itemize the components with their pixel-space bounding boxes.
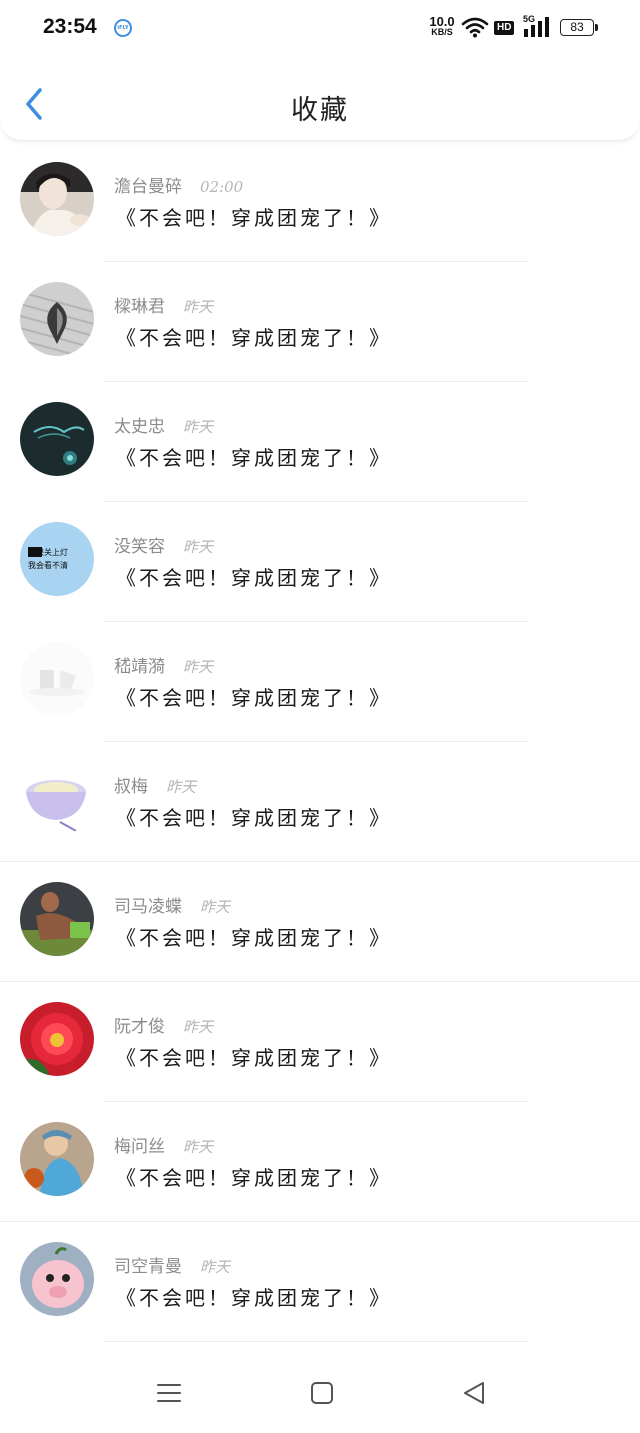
avatar-image: [20, 282, 94, 356]
iflytek-input-icon: iFLY: [114, 19, 132, 37]
item-time: 02:00: [200, 178, 244, 196]
battery-indicator: 83: [560, 19, 598, 36]
item-meta: 没笑容 昨天: [114, 532, 213, 557]
avatar: 如果关上灯 我会看不清: [20, 522, 94, 596]
item-name: 澹台曼碎: [114, 177, 182, 197]
list-item[interactable]: 司马凌蝶 昨天 《不会吧！穿成团宠了！》: [0, 862, 640, 982]
home-square-icon: [311, 1382, 333, 1404]
item-name: 太史忠: [114, 417, 165, 437]
item-meta: 梅问丝 昨天: [114, 1132, 213, 1157]
item-name: 樑琳君: [114, 297, 165, 317]
network-speed-unit: KB/S: [431, 27, 453, 37]
avatar: [20, 282, 94, 356]
item-message: 《不会吧！穿成团宠了！》: [116, 206, 392, 230]
list-item[interactable]: 叔梅 昨天 《不会吧！穿成团宠了！》: [0, 742, 640, 862]
avatar: [20, 162, 94, 236]
wifi-icon: [461, 17, 489, 38]
home-button[interactable]: [309, 1380, 335, 1410]
avatar-image: [20, 402, 94, 476]
page-title: 收藏: [291, 95, 349, 126]
item-time: 昨天: [183, 658, 214, 676]
avatar-text-line1: 如果关上灯: [28, 547, 68, 557]
item-time: 昨天: [200, 1258, 231, 1276]
header: 收藏: [0, 56, 640, 141]
item-meta: 樑琳君 昨天: [114, 292, 213, 317]
list-item[interactable]: 阮才俊 昨天 《不会吧！穿成团宠了！》: [0, 982, 640, 1102]
system-back-button[interactable]: [461, 1380, 487, 1410]
divider: [104, 1341, 528, 1342]
item-time: 昨天: [183, 418, 214, 436]
avatar-image: [20, 762, 94, 836]
list-item[interactable]: 梅问丝 昨天 《不会吧！穿成团宠了！》: [0, 1102, 640, 1222]
avatar-image: [20, 1242, 94, 1316]
list-item[interactable]: 司空青曼 昨天 《不会吧！穿成团宠了！》: [0, 1222, 640, 1342]
avatar-image: 如果关上灯 我会看不清: [20, 522, 94, 596]
item-name: 梅问丝: [114, 1137, 165, 1157]
avatar: [20, 642, 94, 716]
item-message: 《不会吧！穿成团宠了！》: [116, 566, 392, 590]
item-meta: 太史忠 昨天: [114, 412, 213, 437]
item-time: 昨天: [183, 1138, 214, 1156]
avatar: [20, 1122, 94, 1196]
item-name: 司马凌蝶: [114, 897, 182, 917]
signal-strength-icon: [524, 17, 549, 37]
avatar-image: [20, 882, 94, 956]
item-meta: 阮才俊 昨天: [114, 1012, 213, 1037]
item-message: 《不会吧！穿成团宠了！》: [116, 1166, 392, 1190]
list-item[interactable]: 太史忠 昨天 《不会吧！穿成团宠了！》: [0, 382, 640, 502]
item-time: 昨天: [183, 298, 214, 316]
menu-button[interactable]: [156, 1380, 182, 1410]
avatar: [20, 882, 94, 956]
avatar: [20, 402, 94, 476]
item-message: 《不会吧！穿成团宠了！》: [116, 806, 392, 830]
item-name: 司空青曼: [114, 1257, 182, 1277]
item-time: 昨天: [183, 1018, 214, 1036]
network-speed: 10.0 KB/S: [427, 14, 457, 38]
item-meta: 叔梅 昨天: [114, 772, 196, 797]
avatar-text-line2: 我会看不清: [28, 560, 68, 570]
item-name: 没笑容: [114, 537, 165, 557]
network-speed-value: 10.0: [429, 14, 455, 29]
list-item[interactable]: 樑琳君 昨天 《不会吧！穿成团宠了！》: [0, 262, 640, 382]
item-name: 叔梅: [114, 777, 148, 797]
avatar: [20, 1002, 94, 1076]
status-bar: 23:54 iFLY 10.0 KB/S HD 5G 83: [0, 0, 640, 56]
item-message: 《不会吧！穿成团宠了！》: [116, 446, 392, 470]
status-time: 23:54: [43, 15, 97, 38]
avatar-image: [20, 1122, 94, 1196]
item-meta: 司空青曼 昨天: [114, 1252, 230, 1277]
menu-icon: [157, 1384, 181, 1402]
list-item[interactable]: 嵇靖漪 昨天 《不会吧！穿成团宠了！》: [0, 622, 640, 742]
list-item[interactable]: 澹台曼碎 02:00 《不会吧！穿成团宠了！》: [0, 142, 640, 262]
favorites-list: 澹台曼碎 02:00 《不会吧！穿成团宠了！》 樑琳君 昨天 《不会吧！穿成团宠了！…: [0, 142, 640, 1342]
item-name: 阮才俊: [114, 1017, 165, 1037]
item-meta: 澹台曼碎 02:00: [114, 172, 243, 197]
hd-badge: HD: [494, 21, 515, 35]
back-triangle-icon: [464, 1382, 484, 1404]
item-time: 昨天: [200, 898, 231, 916]
item-time: 昨天: [183, 538, 214, 556]
system-nav-bar: [0, 1352, 640, 1433]
item-time: 昨天: [166, 778, 197, 796]
item-meta: 司马凌蝶 昨天: [114, 892, 230, 917]
item-message: 《不会吧！穿成团宠了！》: [116, 686, 392, 710]
item-message: 《不会吧！穿成团宠了！》: [116, 1286, 392, 1310]
avatar: [20, 1242, 94, 1316]
avatar-image: [20, 642, 94, 716]
list-item[interactable]: 如果关上灯 我会看不清 没笑容 昨天 《不会吧！穿成团宠了！》: [0, 502, 640, 622]
avatar-image: [20, 162, 94, 236]
item-message: 《不会吧！穿成团宠了！》: [116, 926, 392, 950]
item-name: 嵇靖漪: [114, 657, 165, 677]
item-message: 《不会吧！穿成团宠了！》: [116, 326, 392, 350]
item-message: 《不会吧！穿成团宠了！》: [116, 1046, 392, 1070]
avatar: [20, 762, 94, 836]
avatar-image: [20, 1002, 94, 1076]
item-meta: 嵇靖漪 昨天: [114, 652, 213, 677]
